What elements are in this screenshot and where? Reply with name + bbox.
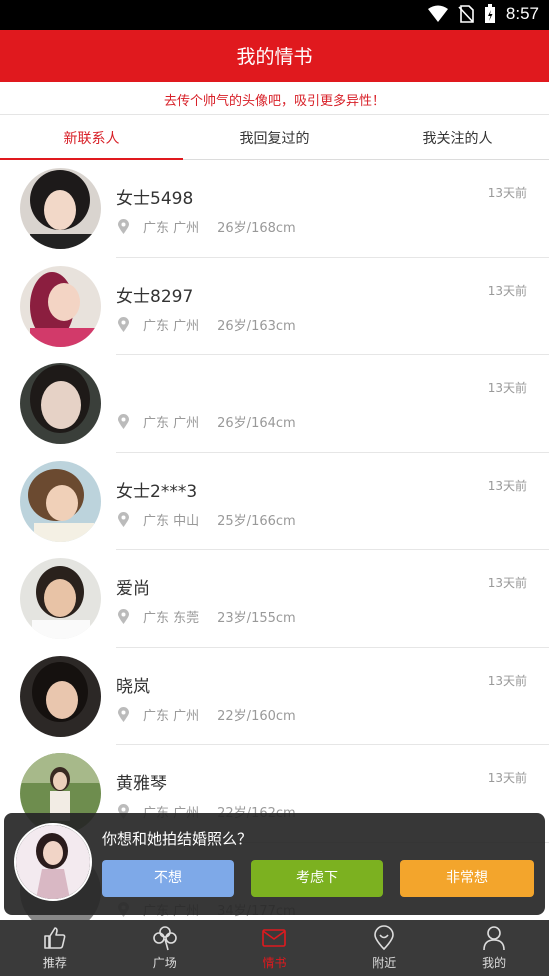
prompt-question: 你想和她拍结婚照么？ [102, 830, 253, 848]
contact-city: 广东 广州 [143, 221, 200, 236]
nav-recommend[interactable]: 推荐 [0, 920, 110, 976]
location-pin-icon [374, 925, 395, 951]
user-icon [483, 926, 505, 951]
page-title: 我的情书 [236, 46, 313, 68]
contact-city: 广东 东莞 [143, 611, 200, 626]
nav-label: 广场 [152, 956, 177, 970]
contact-time: 13天前 [487, 478, 527, 493]
location-pin-icon [118, 706, 129, 722]
contact-time: 13天前 [487, 771, 527, 785]
contact-time: 13天前 [487, 576, 527, 590]
avatar[interactable] [20, 558, 101, 639]
status-bar: 8:57 [0, 0, 549, 30]
contact-city: 广东 中山 [143, 513, 200, 529]
contact-name: 黄雅琴 [116, 774, 167, 794]
tab-following[interactable]: 我关注的人 [366, 115, 549, 159]
tab-new-contacts[interactable]: 新联系人 [0, 115, 183, 160]
nav-mine[interactable]: 我的 [439, 920, 549, 976]
contact-location: 广东 广州 26岁/164cm [118, 412, 296, 431]
contact-location: 广东 中山 25岁/166cm [118, 510, 296, 529]
title-bar: 我的情书 [0, 30, 549, 82]
contact-age-height: 23岁/155cm [217, 611, 296, 626]
contact-location: 广东 广州 26岁/168cm [118, 217, 296, 236]
location-pin-icon [118, 609, 129, 624]
contact-row[interactable]: 13天前 广东 广州 26岁/164cm [0, 355, 549, 453]
envelope-icon [262, 929, 287, 947]
contact-city: 广东 广州 [143, 416, 200, 431]
nav-label: 推荐 [42, 956, 67, 970]
tab-replied[interactable]: 我回复过的 [183, 115, 366, 159]
avatar-upload-notice[interactable]: 去传个帅气的头像吧，吸引更多异性！ [0, 82, 549, 115]
location-pin-icon [118, 511, 129, 527]
contact-age-height: 22岁/160cm [217, 708, 296, 724]
nav-label: 我的 [482, 956, 507, 970]
contact-time: 13天前 [487, 283, 527, 298]
wifi-icon [427, 5, 448, 22]
tab-bar: 新联系人 我回复过的 我关注的人 [0, 115, 549, 160]
wedding-photo-prompt: 你想和她拍结婚照么？ 不想 考虑下 非常想 [4, 813, 545, 915]
avatar[interactable] [20, 168, 101, 249]
contact-row[interactable]: 女士8297 13天前 广东 广州 26岁/163cm [0, 258, 549, 355]
no-button[interactable]: 不想 [102, 860, 234, 897]
contact-time: 13天前 [487, 673, 527, 688]
nav-label: 情书 [262, 956, 287, 970]
thumbs-up-icon [44, 927, 66, 949]
contact-city: 广东 广州 [143, 318, 200, 334]
contact-row[interactable]: 女士5498 13天前 广东 广州 26岁/168cm [0, 160, 549, 258]
status-time: 8:57 [505, 4, 539, 23]
prompt-avatar[interactable] [14, 823, 92, 901]
clover-icon [152, 926, 177, 951]
contact-city: 广东 广州 [143, 708, 200, 724]
nav-square[interactable]: 广场 [110, 920, 220, 976]
contact-row[interactable]: 爱尚 13天前 广东 东莞 23岁/155cm [0, 550, 549, 648]
no-sim-icon [458, 5, 474, 23]
contact-time: 13天前 [487, 186, 527, 200]
location-pin-icon [118, 316, 129, 332]
avatar[interactable] [20, 265, 101, 347]
contact-name: 女士5498 [116, 189, 194, 209]
contact-name: 女士8297 [116, 286, 194, 307]
battery-icon [484, 4, 495, 23]
contact-age-height: 26岁/168cm [217, 221, 296, 236]
contact-location: 广东 广州 26岁/163cm [118, 315, 296, 334]
nav-love-letters[interactable]: 情书 [220, 920, 330, 976]
contact-name: 女士2***3 [116, 481, 198, 502]
notice-text: 去传个帅气的头像吧，吸引更多异性！ [163, 94, 385, 109]
nav-nearby[interactable]: 附近 [329, 920, 439, 976]
avatar[interactable] [20, 655, 101, 737]
contact-location: 广东 东莞 23岁/155cm [118, 607, 296, 626]
contact-age-height: 25岁/166cm [217, 513, 296, 529]
contact-time: 13天前 [487, 381, 527, 395]
contact-name: 晓岚 [116, 676, 150, 697]
nav-label: 附近 [372, 956, 397, 970]
bottom-nav: 推荐 广场 情书 附近 我的 [0, 920, 549, 976]
avatar[interactable] [20, 460, 101, 542]
yes-button[interactable]: 非常想 [400, 860, 534, 897]
location-pin-icon [118, 414, 129, 429]
contact-row[interactable]: 晓岚 13天前 广东 广州 22岁/160cm [0, 648, 549, 745]
contact-location: 广东 广州 22岁/160cm [118, 705, 296, 724]
maybe-button[interactable]: 考虑下 [251, 860, 383, 897]
contact-age-height: 26岁/164cm [217, 416, 296, 431]
contact-list[interactable]: 女士5498 13天前 广东 广州 26岁/168cm 女士8297 13天前 … [0, 160, 549, 920]
contact-name: 爱尚 [116, 579, 150, 599]
location-pin-icon [118, 219, 129, 234]
contact-row[interactable]: 女士2***3 13天前 广东 中山 25岁/166cm [0, 453, 549, 550]
avatar[interactable] [20, 363, 101, 444]
contact-age-height: 26岁/163cm [217, 318, 296, 334]
